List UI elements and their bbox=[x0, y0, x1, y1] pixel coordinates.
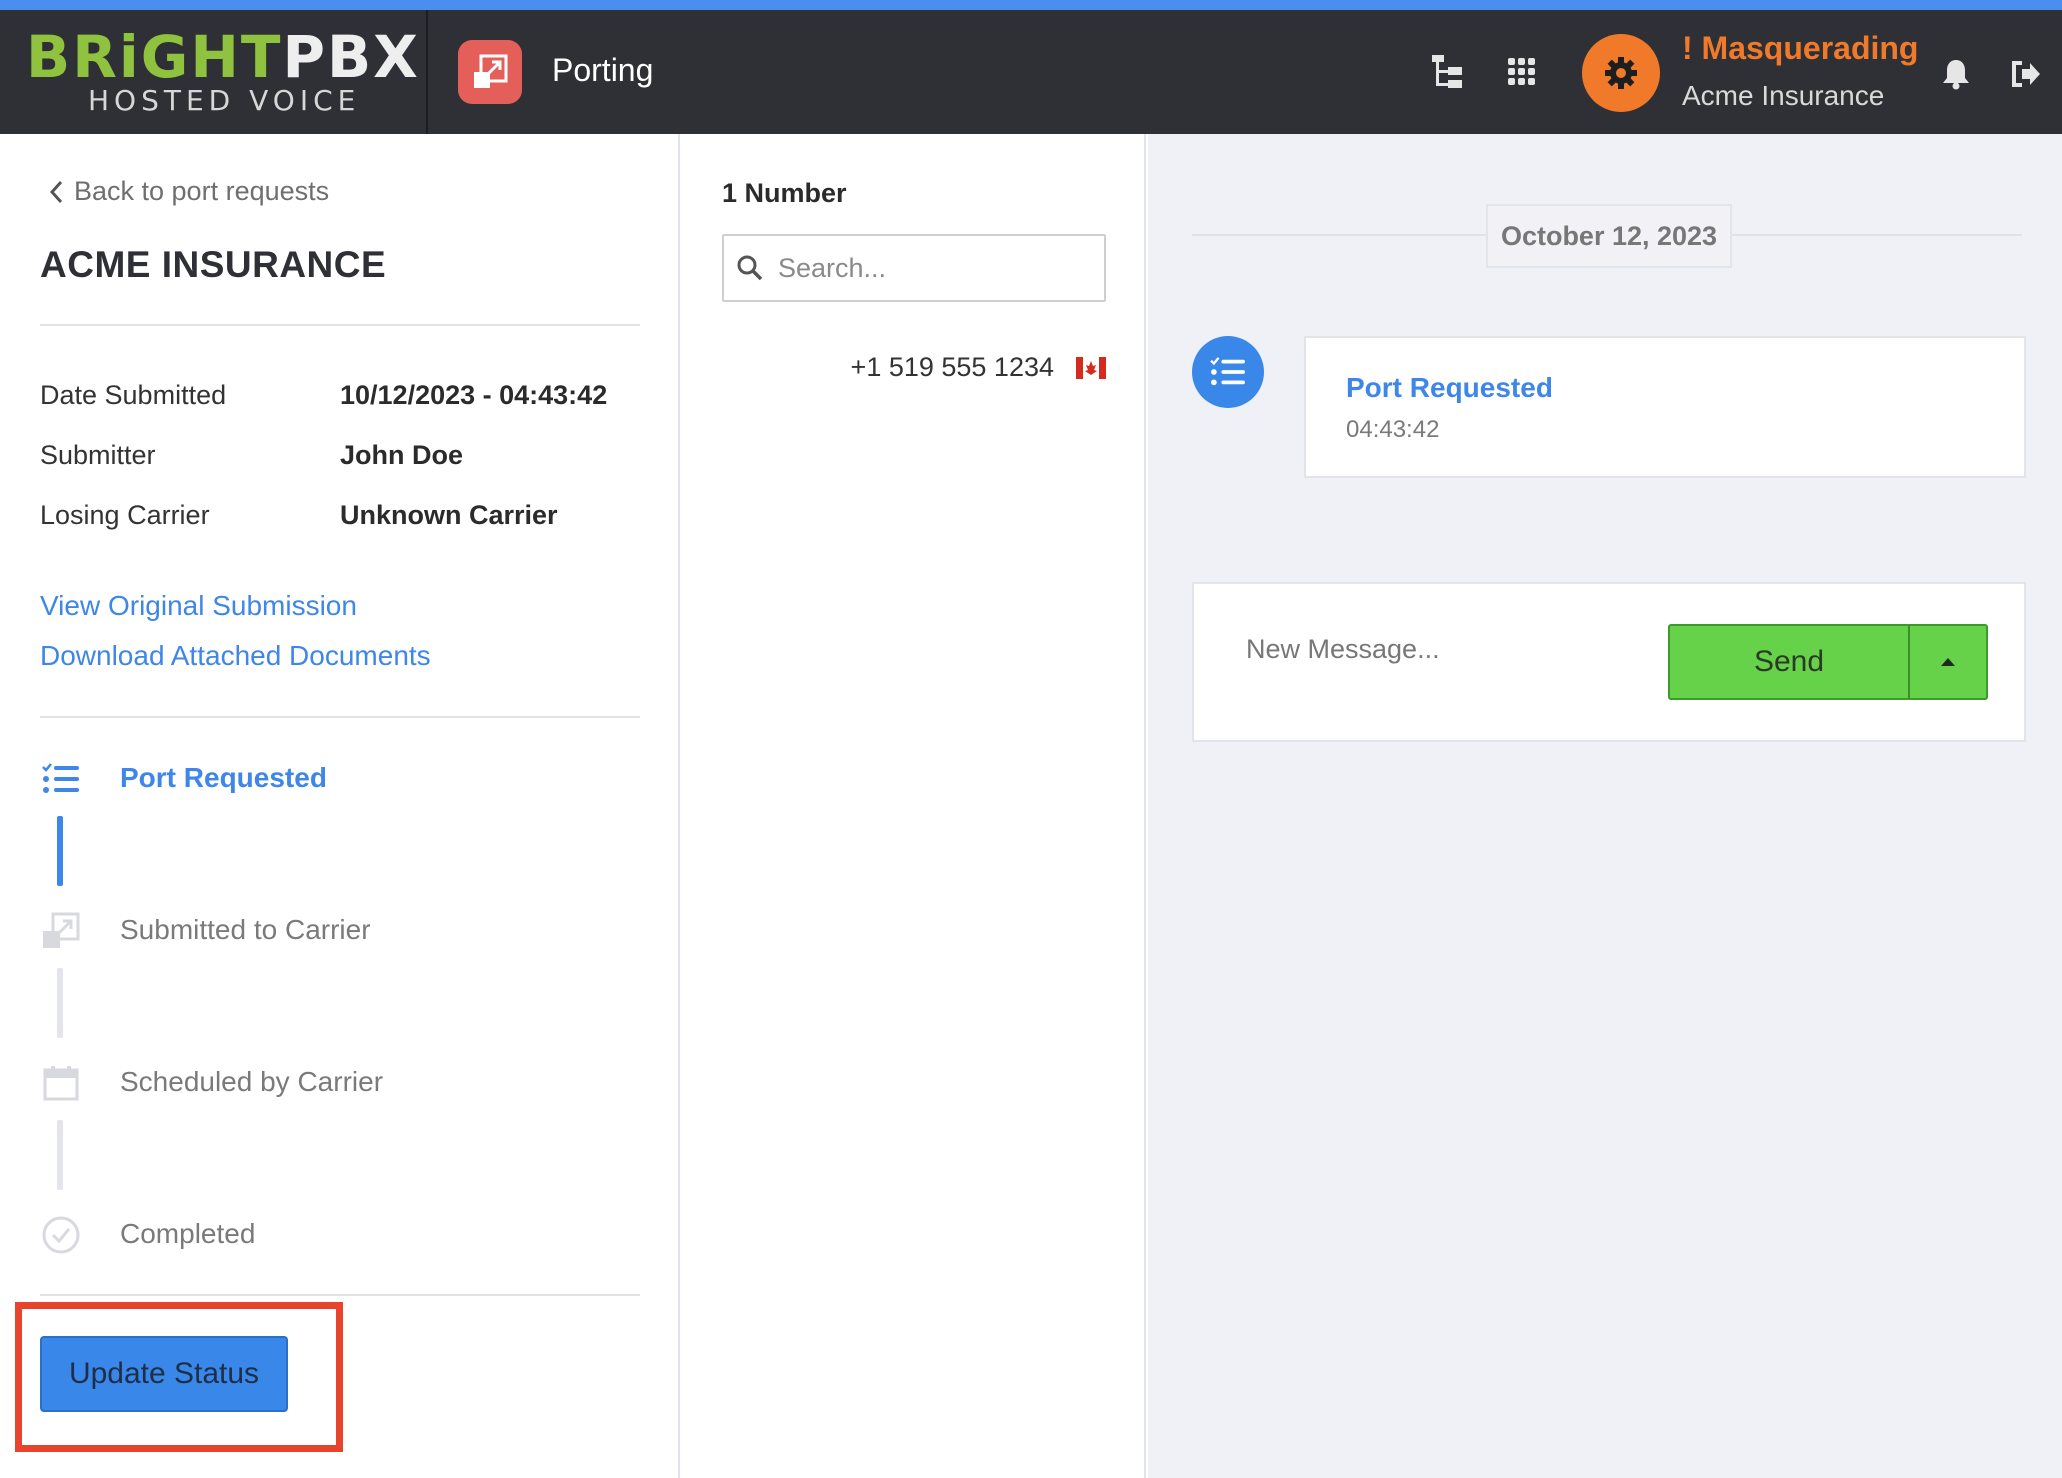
chevron-left-icon bbox=[49, 180, 63, 203]
divider bbox=[40, 324, 640, 326]
gear-icon bbox=[1605, 57, 1637, 89]
caret-up-icon bbox=[1941, 658, 1955, 666]
losing-carrier-value: Unknown Carrier bbox=[340, 500, 558, 530]
date-submitted-label: Date Submitted bbox=[40, 380, 227, 410]
step-connector bbox=[57, 816, 63, 886]
download-attached-documents-link[interactable]: Download Attached Documents bbox=[40, 640, 431, 672]
search-icon bbox=[737, 255, 763, 281]
activity-panel: October 12, 2023 Port Requested 04:43:42… bbox=[1148, 134, 2062, 1478]
new-message-composer: Send bbox=[1192, 582, 2026, 742]
divider bbox=[40, 716, 640, 718]
apps-grid-icon[interactable] bbox=[1502, 52, 1542, 92]
view-original-submission-link[interactable]: View Original Submission bbox=[40, 590, 357, 622]
activity-event-card: Port Requested 04:43:42 bbox=[1304, 336, 2026, 478]
masquerade-settings-button[interactable] bbox=[1582, 34, 1660, 112]
losing-carrier-label: Losing Carrier bbox=[40, 500, 210, 530]
canada-flag-icon bbox=[1076, 356, 1106, 379]
brand-wordmark-pbx: PBX bbox=[282, 23, 420, 91]
porting-transfer-icon bbox=[474, 54, 508, 88]
submitter-value: John Doe bbox=[340, 440, 464, 470]
hierarchy-icon[interactable] bbox=[1428, 52, 1468, 92]
divider bbox=[40, 1294, 640, 1296]
date-submitted-value: 10/12/2023 - 04:43:42 bbox=[340, 380, 608, 410]
logout-icon-glyph bbox=[2012, 61, 2040, 87]
check-circle-icon bbox=[40, 1214, 82, 1256]
account-name: Acme Insurance bbox=[1682, 80, 1885, 111]
send-options-dropdown[interactable] bbox=[1908, 624, 1988, 700]
checklist-icon bbox=[40, 758, 82, 800]
back-link-label: Back to port requests bbox=[74, 176, 330, 206]
step-completed: Completed bbox=[120, 1218, 256, 1249]
number-list-item[interactable]: +1 519 555 1234 bbox=[722, 352, 1106, 383]
numbers-panel: 1 Number +1 519 555 1234 bbox=[682, 134, 1146, 1478]
phone-number: +1 519 555 1234 bbox=[850, 352, 1054, 382]
transfer-icon-glyph bbox=[43, 912, 80, 948]
transfer-icon bbox=[40, 910, 82, 952]
top-navigation-bar: BRiGHTPBX HOSTED VOICE Porting ! Masquer… bbox=[0, 10, 2062, 134]
step-connector bbox=[57, 968, 63, 1038]
masquerading-label[interactable]: ! Masquerading bbox=[1682, 30, 1918, 67]
brand-tagline: HOSTED VOICE bbox=[88, 84, 361, 117]
new-message-input[interactable] bbox=[1246, 624, 1646, 674]
date-separator: October 12, 2023 bbox=[1486, 204, 1732, 268]
brand-wordmark: BRiGHTPBX bbox=[26, 24, 420, 90]
step-port-requested: Port Requested bbox=[120, 762, 327, 793]
porting-app-icon[interactable] bbox=[458, 40, 522, 104]
back-to-port-requests-link[interactable]: Back to port requests bbox=[48, 176, 329, 207]
search-input[interactable] bbox=[778, 252, 1098, 284]
send-button[interactable]: Send bbox=[1668, 624, 1908, 700]
bell-icon-glyph bbox=[1943, 60, 1969, 90]
bell-icon[interactable] bbox=[1936, 54, 1976, 94]
top-accent-bar bbox=[0, 0, 2062, 10]
logout-icon[interactable] bbox=[2006, 54, 2046, 94]
event-title: Port Requested bbox=[1346, 372, 1553, 403]
calendar-icon bbox=[40, 1062, 82, 1104]
checklist-icon-glyph bbox=[1210, 357, 1245, 386]
event-time: 04:43:42 bbox=[1346, 416, 1440, 443]
step-connector bbox=[57, 1120, 63, 1190]
app-title: Porting bbox=[552, 52, 654, 88]
update-status-button[interactable]: Update Status bbox=[40, 1336, 288, 1412]
brand-wordmark-bright: BRiGHT bbox=[26, 23, 283, 91]
port-request-details-panel: Back to port requests ACME INSURANCE Dat… bbox=[0, 134, 680, 1478]
apps-grid-icon-glyph bbox=[1508, 58, 1535, 85]
step-scheduled-by-carrier: Scheduled by Carrier bbox=[120, 1066, 384, 1097]
step-submitted-to-carrier: Submitted to Carrier bbox=[120, 914, 371, 945]
hierarchy-icon-glyph bbox=[1432, 55, 1462, 88]
checklist-icon-glyph bbox=[42, 763, 79, 793]
brand-logo[interactable]: BRiGHTPBX HOSTED VOICE bbox=[0, 10, 428, 134]
submitter-label: Submitter bbox=[40, 440, 156, 470]
company-name: ACME INSURANCE bbox=[40, 244, 387, 285]
calendar-icon-glyph bbox=[43, 1066, 79, 1101]
number-count: 1 Number bbox=[722, 178, 847, 208]
checklist-icon bbox=[1192, 336, 1264, 408]
check-circle-icon-glyph bbox=[42, 1216, 80, 1254]
number-search-box[interactable] bbox=[722, 234, 1106, 302]
